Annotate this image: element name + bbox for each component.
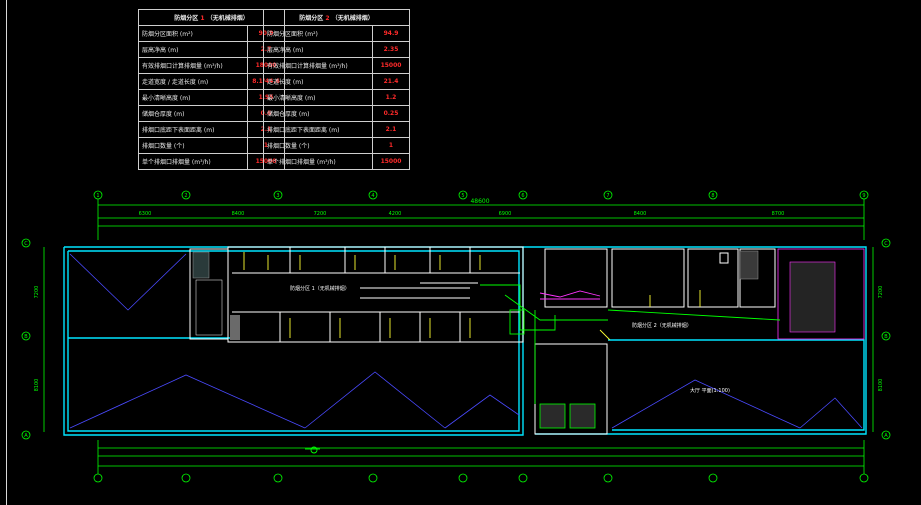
floor-plan: 48600 6300 8400 7200 4200 6900 8400 8700… [21,190,891,483]
left-dim-upper: 7200 [34,286,40,299]
svg-text:B: B [24,334,28,340]
svg-text:C: C [884,241,888,247]
svg-text:7: 7 [606,193,609,199]
grid-axis-markers [21,190,891,483]
svg-text:B: B [884,334,888,340]
svg-text:2: 2 [184,193,187,199]
dim-label: 6900 [499,211,512,217]
svg-text:A: A [884,433,888,439]
dim-label: 6300 [139,211,152,217]
stair-hatch [189,248,865,429]
dim-label: 8700 [772,211,785,217]
right-dim-lower: 8100 [878,379,884,392]
svg-text:5: 5 [461,193,464,199]
dim-label: 8400 [232,211,245,217]
overall-dimension-label: 48600 [470,198,489,205]
right-dim-upper: 7200 [878,286,884,299]
roof-slope-lines [69,253,863,429]
top-dimension-lines [98,204,864,467]
smoke-ducts [539,290,601,300]
svg-text:9: 9 [862,193,865,199]
svg-text:4: 4 [371,193,374,199]
svg-text:3: 3 [276,193,279,199]
dim-label: 4200 [389,211,402,217]
dim-label: 7200 [314,211,327,217]
svg-text:A: A [24,433,28,439]
left-dim-lower: 8100 [34,379,40,392]
zone-2-label: 防烟分区 2（无机械排烟） [632,322,692,329]
svg-text:C: C [24,241,28,247]
svg-text:1: 1 [96,193,99,199]
svg-text:6: 6 [521,193,524,199]
zone-1-label: 防烟分区 1（无机械排烟） [290,285,350,292]
section-label: 大厅 平面(1:100) [690,387,730,394]
dim-label: 8400 [634,211,647,217]
top-dimension-labels: 6300 8400 7200 4200 6900 8400 8700 [139,211,785,217]
svg-text:8: 8 [711,193,714,199]
grid-axis-numbers: 1 2 3 4 5 6 7 8 9 C B A C B A [24,193,888,439]
